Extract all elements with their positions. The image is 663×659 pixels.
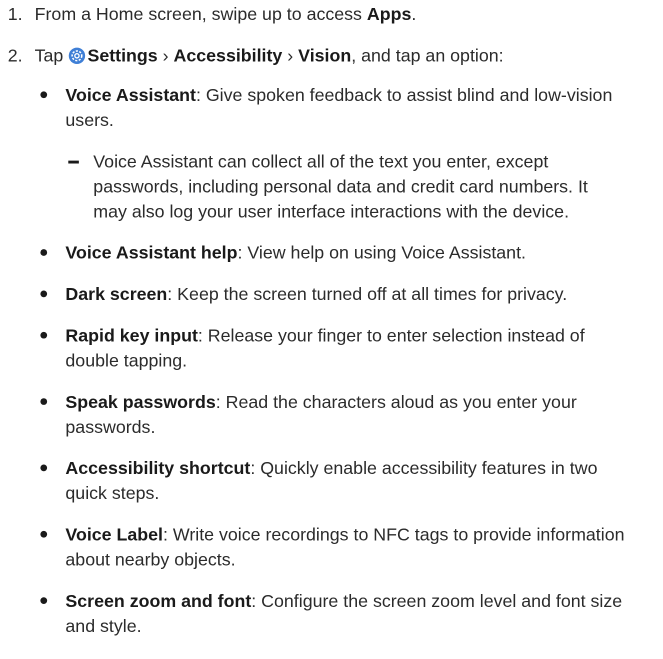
option-term: Rapid key input <box>65 325 198 346</box>
list-item: Rapid key input: Release your finger to … <box>40 323 627 373</box>
option-term: Screen zoom and font <box>65 590 252 611</box>
separator: › <box>282 45 299 66</box>
option-term: Voice Assistant help <box>65 242 238 263</box>
list-item: Voice Label: Write voice recordings to N… <box>40 522 627 572</box>
step-number: 1. <box>7 3 23 25</box>
sub-note-text: Voice Assistant can collect all of the t… <box>93 151 588 222</box>
settings-term: Settings <box>87 45 158 66</box>
option-description: : View help on using Voice Assistant. <box>237 242 526 263</box>
apps-term: Apps <box>366 3 412 25</box>
vision-term: Vision <box>298 45 352 66</box>
step-text: From a Home screen, swipe up to access <box>34 3 367 25</box>
step-text-end: . <box>411 3 417 25</box>
step-tap-text: Tap <box>34 45 69 66</box>
bullet-icon <box>40 464 48 472</box>
gear-icon <box>68 47 86 64</box>
option-term: Voice Label <box>65 524 163 545</box>
step-1: 1. From a Home screen, swipe up to access… <box>8 4 417 25</box>
list-item: Screen zoom and font: Configure the scre… <box>40 589 627 639</box>
list-item: Voice Assistant: Give spoken feedback to… <box>40 83 627 133</box>
bullet-icon <box>40 597 48 605</box>
option-description: : Keep the screen turned off at all time… <box>167 283 568 304</box>
bullet-icon <box>40 290 48 298</box>
bullet-icon <box>40 530 48 538</box>
list-item: Speak passwords: Read the characters alo… <box>40 390 627 440</box>
bullet-icon <box>40 91 48 99</box>
list-item: Accessibility shortcut: Quickly enable a… <box>40 456 627 506</box>
step-2: 2. Tap Settings › Accessibility › Vision,… <box>8 45 504 66</box>
option-term: Accessibility shortcut <box>65 457 251 479</box>
accessibility-term: Accessibility <box>173 45 283 66</box>
option-term: Voice Assistant <box>65 84 196 105</box>
dash-icon <box>68 160 79 164</box>
bullet-icon <box>40 331 48 339</box>
bullet-icon <box>40 398 48 405</box>
step-text-end: , and tap an option: <box>351 45 504 66</box>
option-term: Dark screen <box>65 283 168 304</box>
option-term: Speak passwords <box>65 391 216 412</box>
bullet-icon <box>40 249 48 256</box>
list-item: Dark screen: Keep the screen turned off … <box>40 282 627 307</box>
separator: › <box>157 45 174 66</box>
sub-note: Voice Assistant can collect all of the t… <box>68 149 626 224</box>
step-number: 2. <box>7 45 23 66</box>
list-item: Voice Assistant help: View help on using… <box>40 240 627 265</box>
